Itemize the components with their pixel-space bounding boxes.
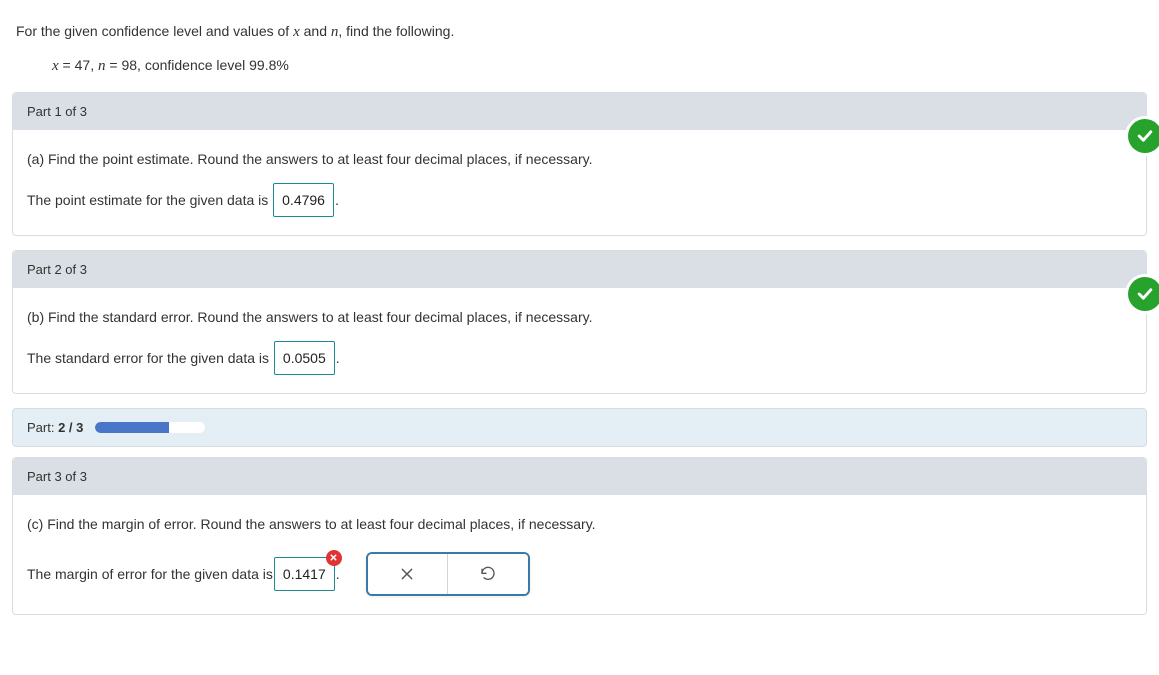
intro-text: , find the following. bbox=[338, 23, 454, 39]
part-1-prompt: (a) Find the point estimate. Round the a… bbox=[27, 146, 1132, 173]
part-1-answer-row: The point estimate for the given data is… bbox=[27, 183, 1132, 218]
text: / bbox=[65, 420, 76, 435]
part-1-card: Part 1 of 3 (a) Find the point estimate.… bbox=[12, 92, 1147, 236]
undo-icon bbox=[480, 566, 496, 582]
text: , confidence level bbox=[137, 57, 249, 73]
progress-label: Part: 2 / 3 bbox=[27, 420, 83, 435]
text: The point estimate for the given data is bbox=[27, 192, 272, 208]
given-values: x = 47, n = 98, confidence level 99.8% bbox=[16, 54, 1143, 78]
part-3-body: (c) Find the margin of error. Round the … bbox=[13, 495, 1146, 614]
margin-error-input[interactable]: 0.1417 bbox=[274, 557, 335, 592]
var-x: x bbox=[52, 58, 59, 74]
part-3-card: Part 3 of 3 (c) Find the margin of error… bbox=[12, 457, 1147, 615]
n-value: 98 bbox=[121, 57, 137, 73]
progress-card: Part: 2 / 3 bbox=[12, 408, 1147, 447]
part-2-answer-row: The standard error for the given data is… bbox=[27, 341, 1132, 376]
clear-button[interactable] bbox=[368, 554, 448, 594]
text: = bbox=[106, 57, 122, 73]
incorrect-icon bbox=[326, 550, 342, 566]
answer-actions bbox=[366, 552, 530, 596]
intro-text: and bbox=[300, 23, 331, 39]
part-2-card: Part 2 of 3 (b) Find the standard error.… bbox=[12, 250, 1147, 394]
reset-button[interactable] bbox=[448, 554, 528, 594]
x-value: 47 bbox=[75, 57, 91, 73]
part-1-header: Part 1 of 3 bbox=[13, 93, 1146, 130]
part-1-body: (a) Find the point estimate. Round the a… bbox=[13, 130, 1146, 235]
intro-text: For the given confidence level and value… bbox=[16, 23, 293, 39]
text: The standard error for the given data is bbox=[27, 350, 273, 366]
text: , bbox=[90, 57, 98, 73]
progress-bar bbox=[95, 422, 205, 433]
text: = bbox=[59, 57, 75, 73]
correct-icon bbox=[1128, 119, 1159, 153]
close-icon bbox=[399, 566, 415, 582]
standard-error-input[interactable]: 0.0505 bbox=[274, 341, 335, 376]
part-2-header: Part 2 of 3 bbox=[13, 251, 1146, 288]
text: Part: bbox=[27, 420, 58, 435]
text: . bbox=[336, 350, 340, 366]
point-estimate-input[interactable]: 0.4796 bbox=[273, 183, 334, 218]
text: . bbox=[335, 192, 339, 208]
progress-total: 3 bbox=[76, 420, 83, 435]
intro-line: For the given confidence level and value… bbox=[16, 20, 1143, 44]
part-3-answer-row: The margin of error for the given data i… bbox=[27, 552, 1132, 596]
question-intro: For the given confidence level and value… bbox=[12, 12, 1147, 92]
part-3-header: Part 3 of 3 bbox=[13, 458, 1146, 495]
text: The margin of error for the given data i… bbox=[27, 561, 273, 588]
var-n: n bbox=[98, 58, 106, 74]
confidence-value: 99.8% bbox=[249, 57, 289, 73]
correct-icon bbox=[1128, 277, 1159, 311]
part-2-body: (b) Find the standard error. Round the a… bbox=[13, 288, 1146, 393]
var-x: x bbox=[293, 24, 300, 40]
part-3-prompt: (c) Find the margin of error. Round the … bbox=[27, 511, 1132, 538]
progress-bar-fill bbox=[95, 422, 168, 433]
part-2-prompt: (b) Find the standard error. Round the a… bbox=[27, 304, 1132, 331]
